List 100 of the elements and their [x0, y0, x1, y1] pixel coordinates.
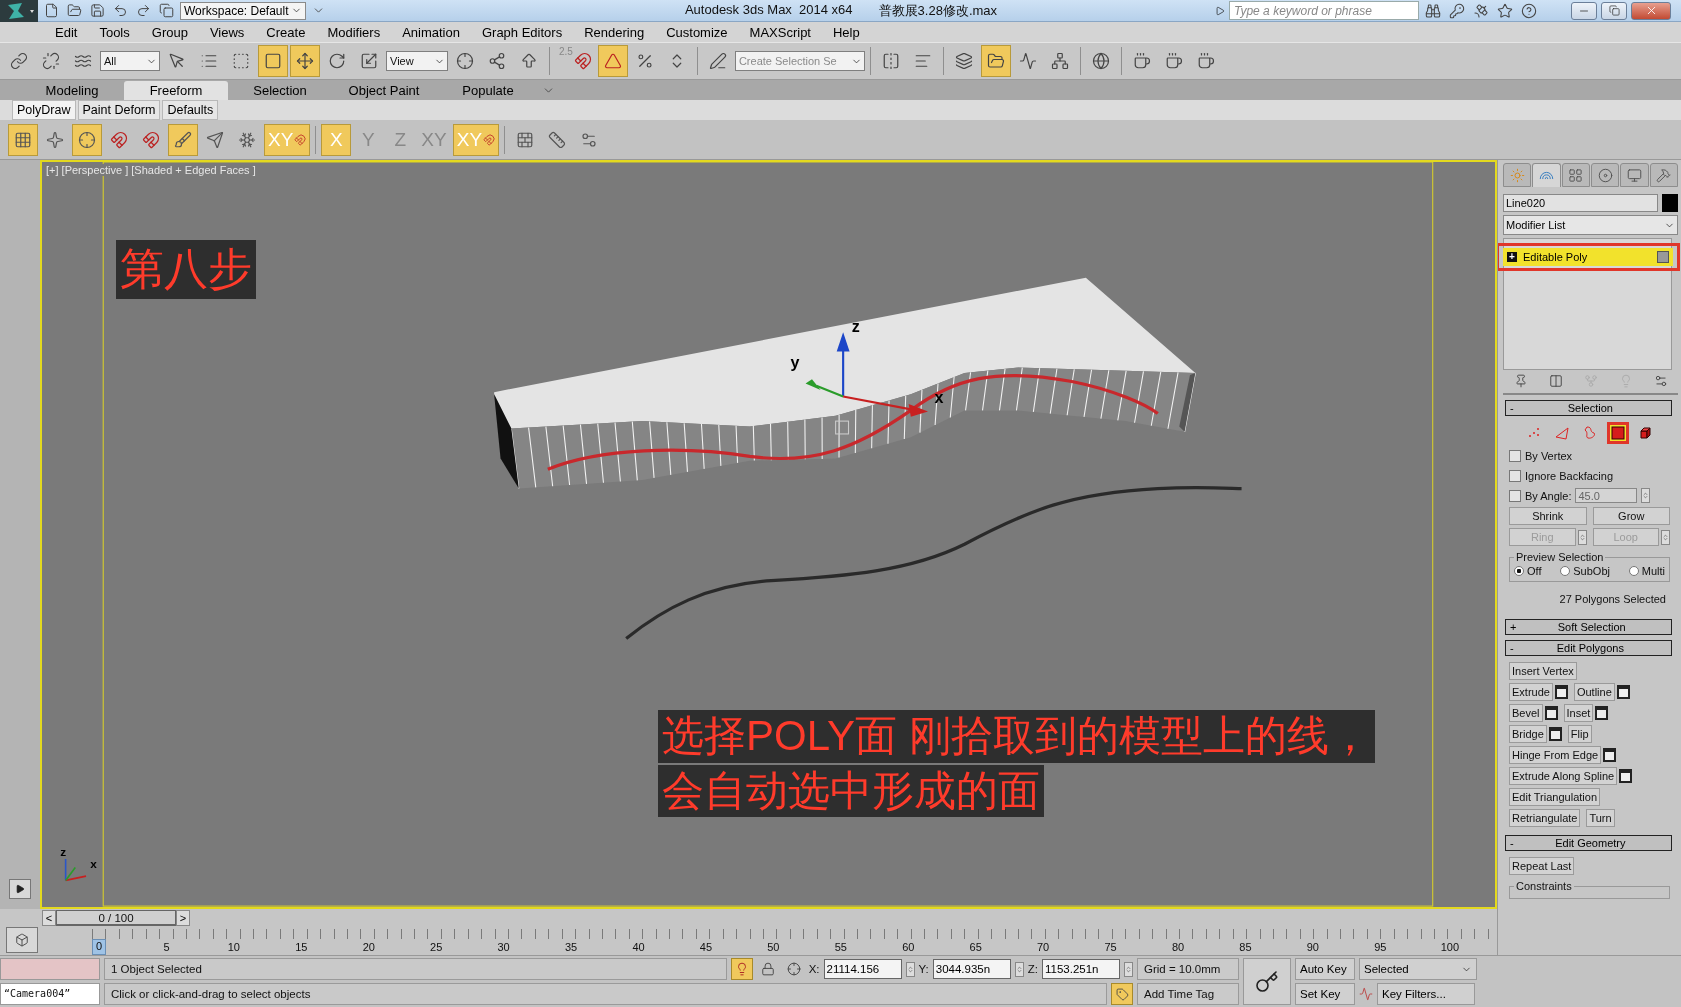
menu-item[interactable]: Animation: [391, 22, 471, 42]
settings-box-icon[interactable]: [1548, 727, 1562, 741]
minimize-button[interactable]: [1571, 1, 1597, 20]
expand-sign[interactable]: +: [1507, 252, 1517, 262]
command-button[interactable]: Repeat Last: [1509, 857, 1575, 875]
command-button[interactable]: Extrude: [1509, 683, 1553, 701]
rollout-header[interactable]: - Selection: [1505, 400, 1672, 416]
panel-tab[interactable]: [1532, 163, 1561, 187]
coordinate-field[interactable]: 3044.935n: [932, 959, 1011, 979]
ribbon-tab[interactable]: Modeling: [20, 81, 124, 100]
auto-key-button[interactable]: Auto Key: [1295, 958, 1355, 980]
add-time-tag[interactable]: Add Time Tag: [1137, 983, 1239, 1005]
spinner-button[interactable]: [1661, 529, 1670, 545]
toolbar-button[interactable]: [290, 45, 320, 77]
stack-item[interactable]: + Editable Poly: [1503, 248, 1673, 266]
menu-item[interactable]: Help: [822, 22, 871, 42]
settings-box-icon[interactable]: [1554, 685, 1568, 699]
coordinate-field[interactable]: 1153.251n: [1042, 959, 1120, 979]
toolbar-button[interactable]: [258, 45, 288, 77]
restore-button[interactable]: [1601, 1, 1627, 20]
isolate-button[interactable]: [730, 958, 753, 980]
spinner-button[interactable]: [1641, 488, 1651, 503]
spinner-button[interactable]: [1124, 961, 1133, 977]
menu-item[interactable]: Views: [198, 22, 256, 42]
menu-item[interactable]: Customize: [655, 22, 739, 42]
command-button[interactable]: Inset: [1563, 704, 1594, 722]
radio-option[interactable]: Multi: [1628, 565, 1665, 577]
workspace-dropdown[interactable]: Workspace: Default: [180, 1, 306, 20]
search-field[interactable]: Type a keyword or phrase: [1229, 1, 1419, 20]
object-name-field[interactable]: Line020: [1503, 194, 1658, 212]
spinner-button[interactable]: [1014, 961, 1024, 977]
listener-input[interactable]: [0, 958, 100, 980]
spline-curve[interactable]: [625, 486, 1242, 640]
modifier-list-dropdown[interactable]: Modifier List: [1503, 215, 1678, 235]
spinner-button[interactable]: [1577, 529, 1587, 545]
command-button[interactable]: Retriangulate: [1509, 809, 1581, 827]
menu-item[interactable]: Modifiers: [316, 22, 392, 42]
play-button[interactable]: [9, 879, 31, 900]
ribbon-tab[interactable]: Selection: [228, 81, 332, 100]
radio-option[interactable]: SubObj: [1560, 565, 1610, 577]
coordinate-field[interactable]: 21114.156: [823, 959, 902, 979]
listener-output[interactable]: “Camera004”: [0, 983, 100, 1005]
time-tag-button[interactable]: [1111, 983, 1133, 1005]
rollout-header[interactable]: - Edit Polygons: [1505, 640, 1672, 656]
command-button[interactable]: Turn: [1586, 809, 1615, 827]
command-button[interactable]: Bridge: [1509, 725, 1547, 743]
ribbon-tab[interactable]: Populate: [436, 81, 540, 100]
menu-item[interactable]: Rendering: [573, 22, 656, 42]
settings-box-icon[interactable]: [1595, 706, 1609, 720]
radio-button[interactable]: [1628, 566, 1639, 576]
selection-filter-dropdown[interactable]: All: [100, 51, 160, 71]
panel-tab[interactable]: [1561, 163, 1590, 187]
toolbar-button[interactable]: [980, 45, 1011, 77]
settings-box-icon[interactable]: [1544, 706, 1558, 720]
ribbon-tab[interactable]: Object Paint: [332, 81, 436, 100]
ribbon-panel-tab[interactable]: PolyDraw: [12, 100, 76, 120]
ribbon-tab[interactable]: Freeform: [124, 81, 228, 100]
checkbox[interactable]: [1509, 449, 1521, 462]
ribbon-panel-tab[interactable]: Paint Deform: [77, 100, 161, 120]
subobject-level-button[interactable]: [1606, 422, 1629, 444]
time-forward-button[interactable]: >: [176, 910, 190, 927]
menu-item[interactable]: Tools: [88, 22, 141, 42]
viewport-label[interactable]: [+] [Perspective ] [Shaded + Edged Faces ]: [46, 164, 256, 176]
time-slider-thumb[interactable]: 0 / 100: [56, 910, 176, 927]
command-button[interactable]: Shrink: [1509, 507, 1587, 525]
key-filters-button[interactable]: Key Filters...: [1377, 983, 1475, 1005]
menu-item[interactable]: Edit: [44, 22, 89, 42]
toolbar-button[interactable]: [597, 45, 628, 77]
command-button[interactable]: Outline: [1573, 683, 1615, 701]
rollout-header[interactable]: - Edit Geometry: [1505, 835, 1672, 851]
checkbox[interactable]: [1509, 469, 1521, 482]
panel-tab[interactable]: [1649, 163, 1678, 187]
extruded-model-drawing[interactable]: [494, 277, 1196, 490]
radio-button[interactable]: [1560, 566, 1571, 576]
set-key-button[interactable]: Set Key: [1295, 983, 1355, 1005]
command-button[interactable]: Edit Triangulation: [1509, 788, 1600, 806]
menu-item[interactable]: Create: [255, 22, 317, 42]
command-button[interactable]: Flip: [1567, 725, 1592, 743]
menu-item[interactable]: MAXScript: [738, 22, 822, 42]
command-button[interactable]: Bevel: [1509, 704, 1543, 722]
settings-box-icon[interactable]: [1603, 748, 1617, 762]
rollout-header[interactable]: + Soft Selection: [1505, 619, 1672, 635]
reference-coordinate-dropdown[interactable]: View: [386, 51, 448, 71]
settings-box-icon[interactable]: [1616, 685, 1630, 699]
command-button[interactable]: Hinge From Edge: [1509, 746, 1602, 764]
ribbon-tool-button[interactable]: [72, 123, 102, 156]
key-mode-dropdown[interactable]: Selected: [1359, 958, 1477, 980]
ribbon-tool-button[interactable]: [168, 123, 198, 156]
transform-gizmo[interactable]: [805, 332, 928, 417]
ribbon-panel-tab[interactable]: Defaults: [162, 100, 219, 120]
time-back-button[interactable]: <: [42, 910, 56, 927]
curve-editor-toggle[interactable]: [6, 927, 38, 954]
menu-item[interactable]: Graph Editors: [470, 22, 574, 42]
menu-item[interactable]: Group: [140, 22, 199, 42]
panel-tab[interactable]: [1591, 163, 1620, 187]
object-color-swatch[interactable]: [1662, 194, 1678, 212]
app-logo-icon[interactable]: [0, 0, 38, 22]
ribbon-tool-button[interactable]: [8, 123, 38, 156]
settings-box-icon[interactable]: [1619, 769, 1633, 783]
panel-tab[interactable]: [1620, 163, 1649, 187]
